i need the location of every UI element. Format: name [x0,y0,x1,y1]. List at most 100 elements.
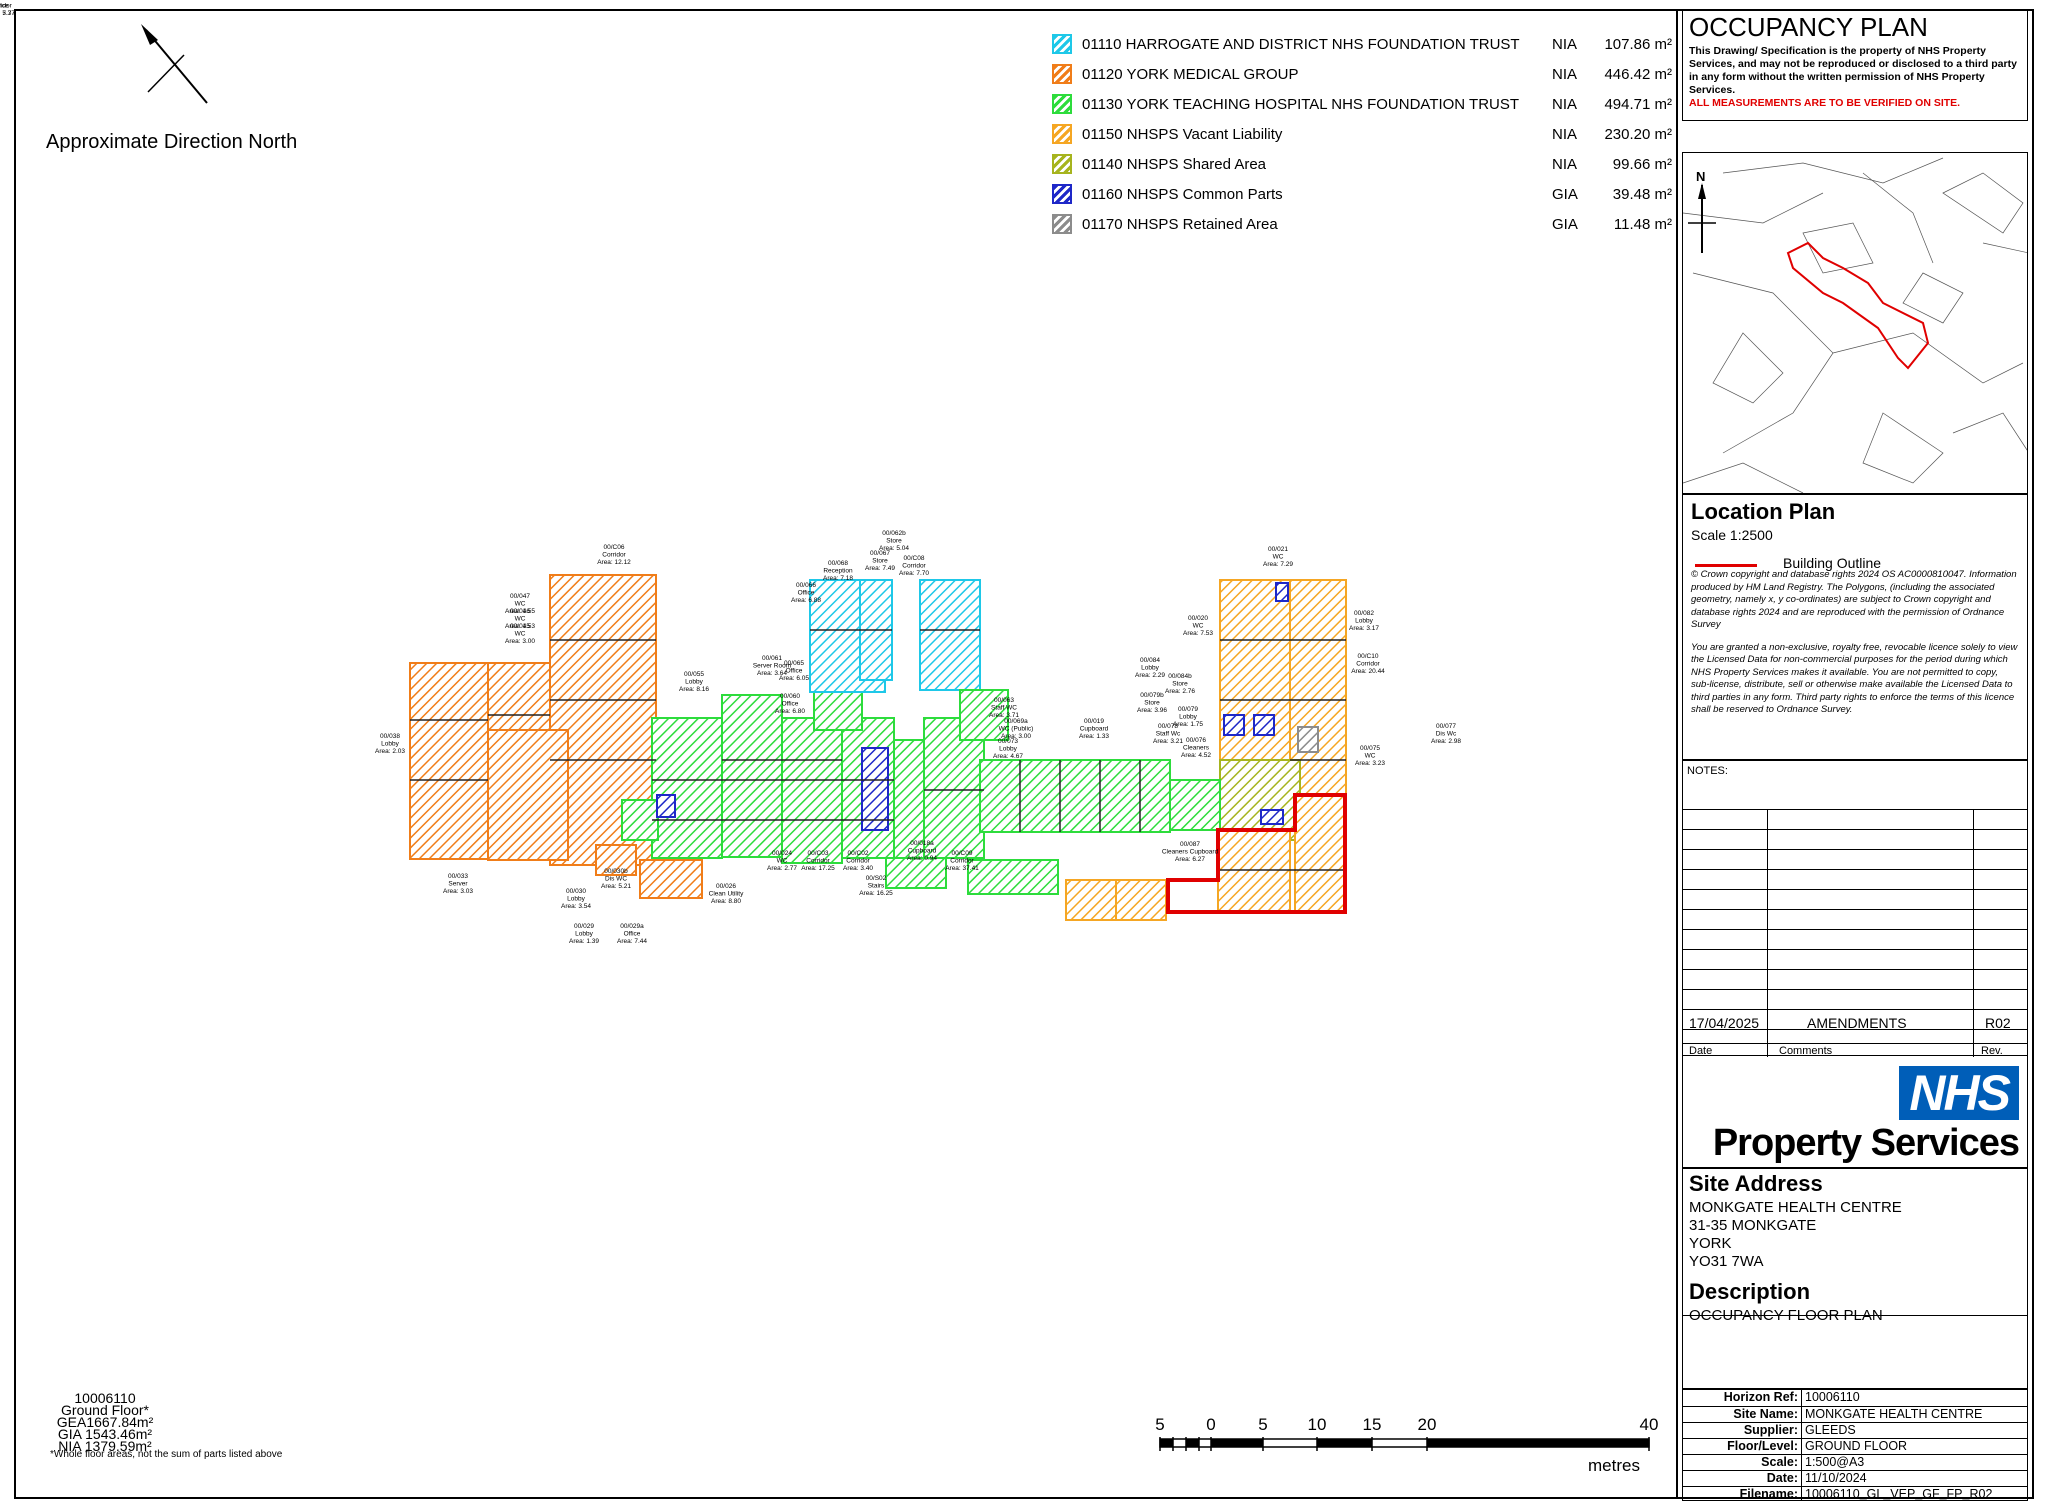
room-label: 00/076CleanersArea: 4.52 [1181,737,1211,759]
room-label-text: Office [786,668,803,675]
location-plan-title: Location Plan [1691,499,1836,524]
room-area [781,717,843,864]
room-label: 00/075WCArea: 3.23 [1355,745,1385,767]
scale-bar-label: 20 [1417,1415,1437,1434]
legend-item: 01170 NHSPS Retained Area GIA 11.48 m² [1052,212,1672,236]
room-label-text: Area: 3.03 [443,888,473,895]
room-area [656,794,676,818]
room-label-text: 00/029a [620,923,644,930]
room-label-text: Corridor [950,858,974,865]
amend-row-line [1683,969,2027,970]
legend-item: 01110 HARROGATE AND DISTRICT NHS FOUNDAT… [1052,32,1672,56]
room-label-text: 00/073 [998,738,1018,745]
address-line: YO31 7WA [1689,1253,1764,1270]
room-area [1260,809,1284,825]
scale-bar-label: 0 [1206,1415,1216,1434]
room-label-text: Reception [823,568,853,575]
room-label-text: Area: 2.03 [375,748,405,755]
info-key: Supplier: [1743,1423,1798,1437]
room-label-text: 00/079b [1140,692,1164,699]
room-label-text: Area: 6.27 [1175,856,1205,863]
legend-area-type: GIA [1552,185,1578,203]
building-outline-swatch [1695,564,1757,567]
room-area [651,717,723,859]
room-label-text: 00/033 [448,873,468,880]
room-label-text: 00/C10 [1358,653,1379,660]
info-row: Floor/Level: GROUND FLOOR [1683,1438,2027,1455]
address-line: MONKGATE HEALTH CENTRE [1689,1199,1902,1216]
room-label-text: 00/087 [1180,841,1200,848]
room-label-text: Office [798,590,815,597]
room-label-text: 00/030 [566,888,586,895]
legend-label: 01130 YORK TEACHING HOSPITAL NHS FOUNDAT… [1082,95,1520,113]
room-label-text: 00/047 [510,593,530,600]
location-plan-scale: Scale 1:2500 [1691,527,1773,543]
legend-area-type: GIA [1552,215,1578,233]
room-label: 00/063Staff WCArea: 3.71 [989,697,1019,719]
legend-area-value: 107.86 m² [1604,35,1672,53]
legend-label: 01160 NHSPS Common Parts [1082,185,1283,203]
scale-bar-label: 40 [1639,1415,1659,1434]
room-label: 00/C08CorridorArea: 7.70 [899,555,929,577]
room-label-text: 00/076 [1186,737,1206,744]
room-area [1223,714,1245,736]
legend-swatch [1052,154,1072,174]
room-label: 00/019CupboardArea: 1.33 [1079,718,1109,740]
address-line: YORK [1689,1235,1732,1252]
amend-date: 17/04/2025 [1689,1015,1760,1031]
info-value: 10006110 [1805,1390,1860,1404]
room-label-text: 00/069a [1004,718,1028,725]
room-area [885,857,947,889]
room-label-text: Area: 2.76 [1165,688,1195,695]
room-label-text: 00/018a [910,840,934,847]
occupancy-plan-header: OCCUPANCY PLAN This Drawing/ Specificati… [1682,9,2028,121]
room-label-text: Office [624,931,641,938]
room-label-text: Area: 3.00 [505,638,535,645]
legend-item: 01150 NHSPS Vacant Liability NIA 230.20 m² [1052,122,1672,146]
room-label-text: Corridor [846,858,870,865]
nhs-logo-block: NHS Property Services [1682,1056,2028,1168]
room-label-text: 00/C06 [604,544,625,551]
room-label-text: Server [448,881,468,888]
room-label-text: 00/055 [684,671,704,678]
room-label-text: Area: 3.96 [1137,707,1167,714]
info-key: Scale: [1761,1455,1798,1469]
info-value: 11/10/2024 [1805,1471,1867,1485]
room-label-text: Area: 2.29 [1135,672,1165,679]
description-text: OCCUPANCY FLOOR PLAN [1689,1307,1883,1324]
scale-bar-label: 10 [1307,1415,1327,1434]
map-north-arrow-icon: N [1688,169,1716,253]
info-value: MONKGATE HEALTH CENTRE [1805,1407,1983,1421]
amend-row-line [1683,829,2027,830]
nhs-logo: NHS [1899,1066,2019,1120]
room-label-text: 00/C03 [808,850,829,857]
info-row: Date: 11/10/2024 [1683,1470,2027,1487]
room-label: 00/038LobbyArea: 2.03 [375,733,405,755]
location-plan-info: Location Plan Scale 1:2500 Building Outl… [1682,494,2028,760]
info-key: Filename: [1739,1487,1798,1501]
legend-area-value: 230.20 m² [1604,125,1672,143]
info-row: Site Name: MONKGATE HEALTH CENTRE [1683,1406,2027,1423]
room-label-text: Lobby [567,896,585,903]
room-label-text: Area: 6.05 [779,675,809,682]
legend-label: 01110 HARROGATE AND DISTRICT NHS FOUNDAT… [1082,35,1520,53]
room-label: 00/021WCArea: 7.29 [1263,546,1293,568]
legend-label: 01150 NHSPS Vacant Liability [1082,125,1283,143]
location-map: N [1682,152,2028,494]
room-area [1297,726,1319,753]
info-key: Horizon Ref: [1723,1390,1798,1404]
amend-row-line [1683,889,2027,890]
ownership-notice: This Drawing/ Specification is the prope… [1689,45,2017,96]
room-label-text: Area: 0.94 [907,855,937,862]
room-label-text: Area: 1.33 [1079,733,1109,740]
floor-area-summary: 10006110 Ground Floor* GEA1667.84m² GIA … [50,1391,160,1453]
room-label-text: 00/C02 [848,850,869,857]
legend-label: 01140 NHSPS Shared Area [1082,155,1267,173]
room-label-text: 00/067 [870,550,890,557]
room-label-text: Area: 3.54 [561,903,591,910]
room-label-text: Area: 7.37 [0,10,15,17]
room-label-text: Area: 17.25 [801,865,835,872]
amend-row-line [1683,1043,2027,1044]
info-key: Date: [1766,1471,1798,1485]
room-area [409,662,489,860]
